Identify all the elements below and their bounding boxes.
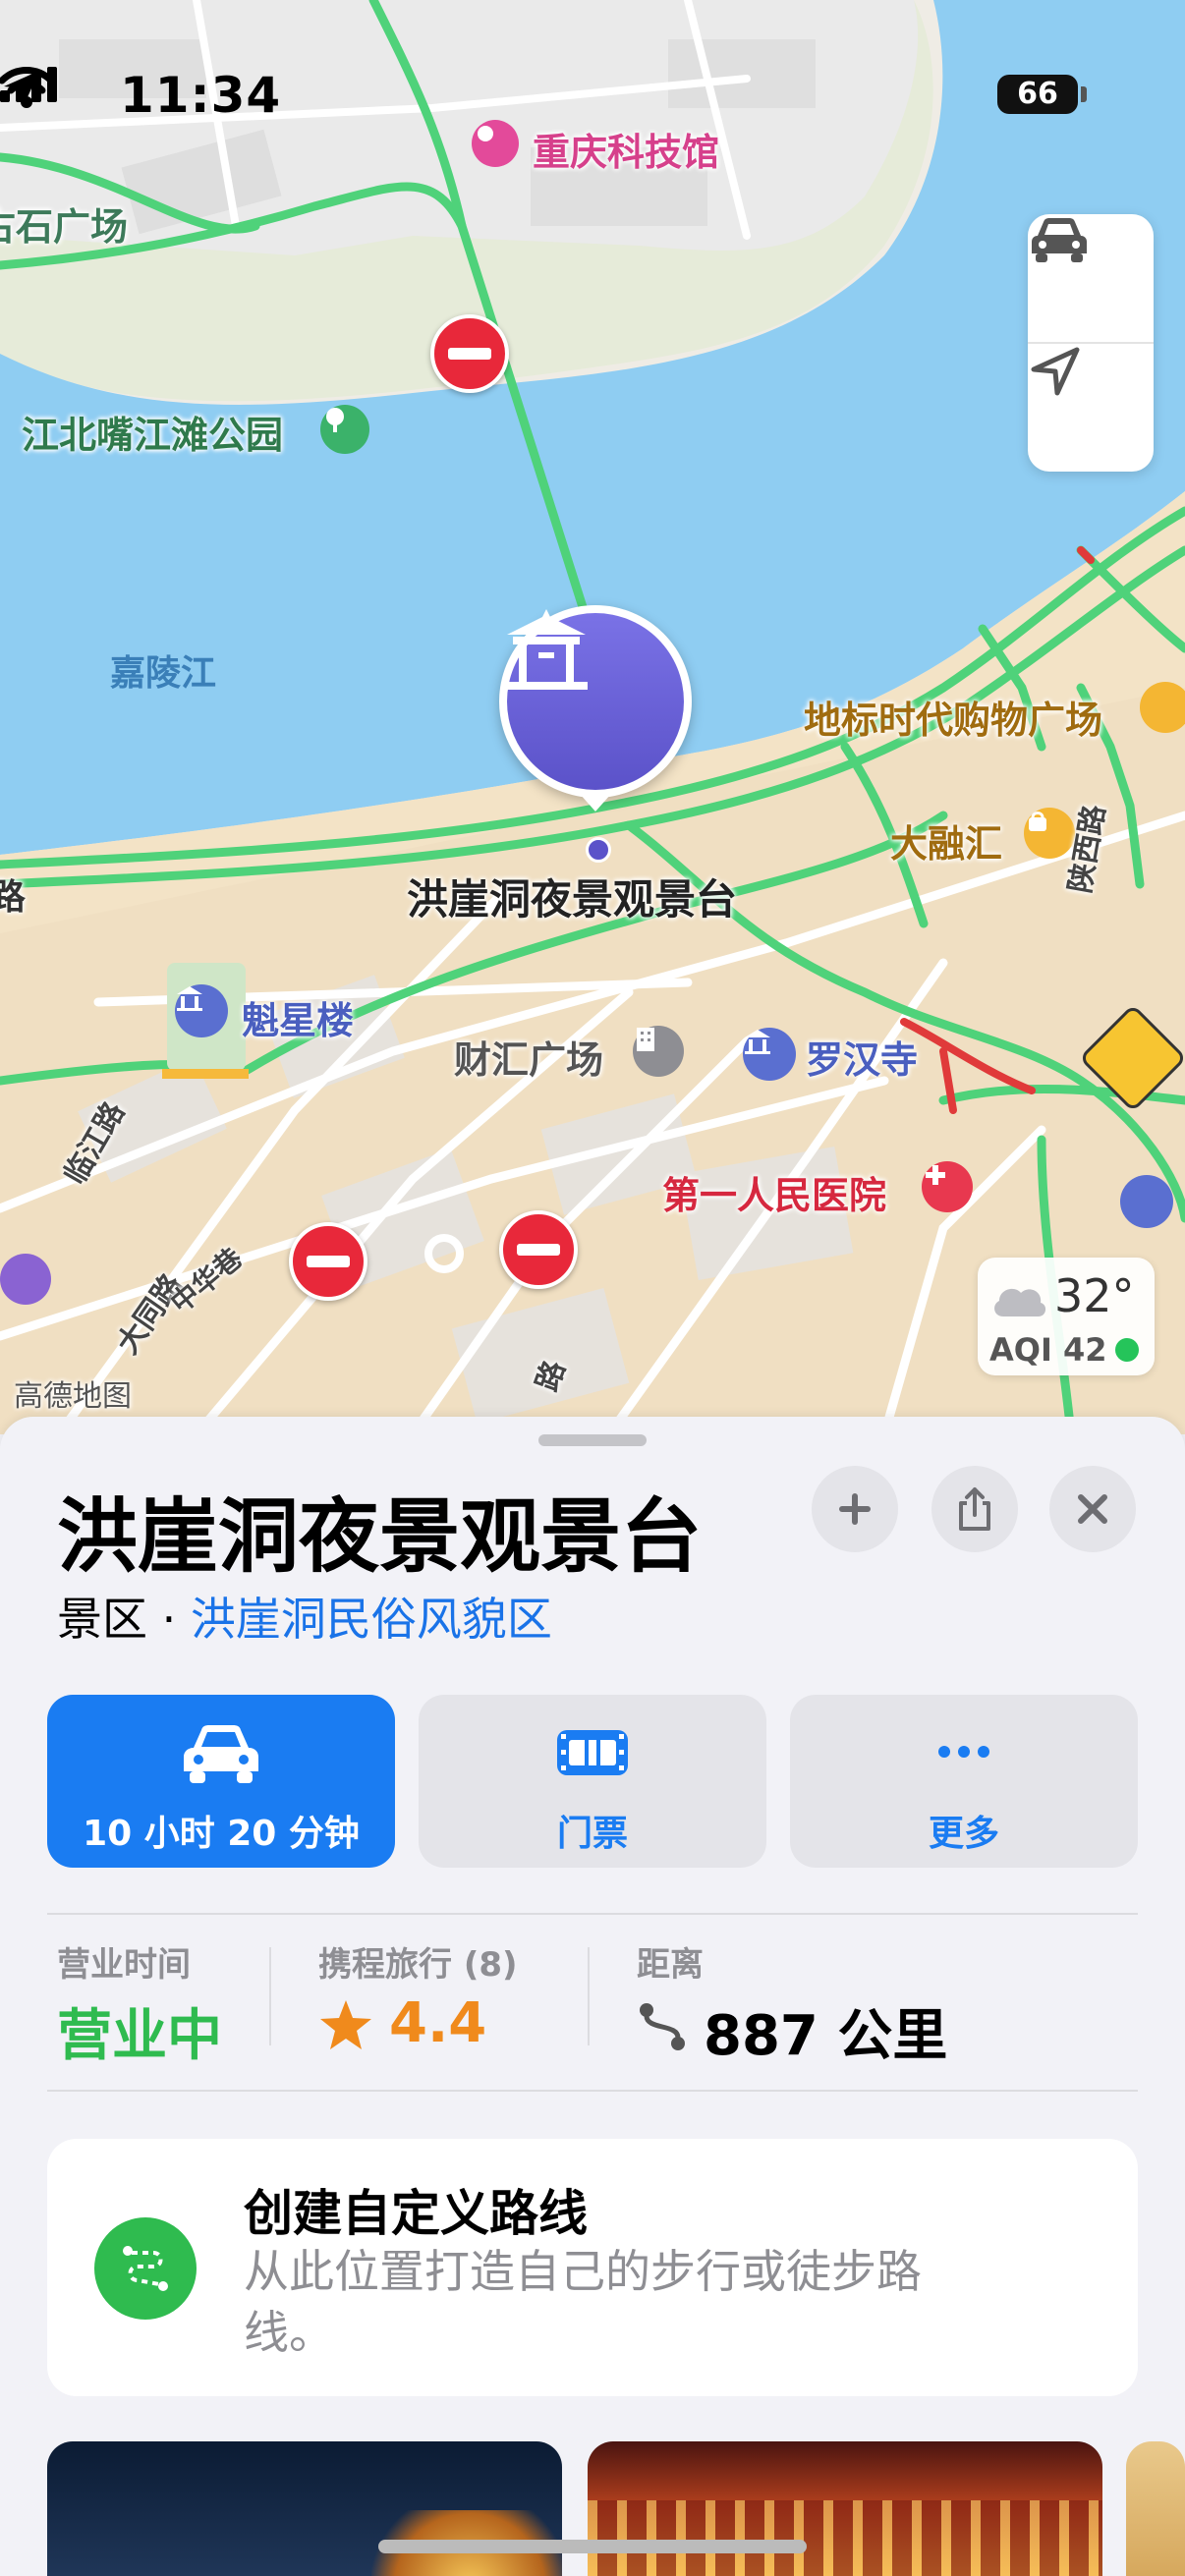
no-entry-icon[interactable]	[289, 1222, 367, 1301]
locate-me-button[interactable]	[1028, 344, 1154, 472]
car-icon	[47, 1720, 395, 1785]
map-label-stone-square[interactable]: 古石广场	[0, 196, 128, 251]
place-title: 洪崖洞夜景观景台	[57, 1490, 703, 1584]
shopping-bag-icon[interactable]	[1140, 682, 1185, 733]
gaode-map-attribution[interactable]: 高德地图	[14, 1372, 132, 1415]
subtitle-separator: ·	[147, 1593, 191, 1646]
custom-route-description: 从此位置打造自己的步行或徒步路线。	[244, 2245, 922, 2359]
pavilion-icon	[505, 609, 684, 790]
map-label-darongui[interactable]: 大融汇	[890, 813, 1002, 868]
weather-widget[interactable]: 32° AQI 42	[978, 1258, 1155, 1375]
route-distance-icon	[640, 2003, 685, 2050]
rating-label: 携程旅行 (8)	[318, 1945, 518, 1985]
distance-value: 887 公里	[704, 2004, 948, 2068]
aqi-status-dot	[1115, 1338, 1139, 1362]
building-poi-icon[interactable]	[633, 1026, 684, 1077]
tickets-button[interactable]: 门票	[419, 1695, 766, 1868]
status-time: 11:34	[120, 67, 282, 124]
star-icon	[320, 2000, 371, 2049]
directions-eta: 10 小时 20 分钟	[83, 1814, 360, 1854]
bed-poi-icon[interactable]	[0, 1254, 51, 1305]
pin-tail	[580, 794, 611, 813]
status-bar: 11:34 66	[0, 67, 1185, 126]
place-category: 景区	[57, 1593, 147, 1646]
map-view[interactable]: 11:34 66 重庆科技馆 古石广场 江北	[0, 0, 1185, 1434]
hours-label: 营业时间	[57, 1945, 191, 1985]
place-photo[interactable]	[588, 2441, 1102, 2576]
museum-poi-icon[interactable]	[472, 120, 519, 167]
more-button[interactable]: 更多	[790, 1695, 1138, 1868]
place-detail-sheet: 洪崖洞夜景观景台 景区 · 洪崖洞民俗风貌区 10 小时 20 分钟 门票 更多…	[0, 1417, 1185, 2576]
place-photo[interactable]	[47, 2441, 562, 2576]
ticket-icon	[419, 1720, 766, 1785]
custom-route-title: 创建自定义路线	[244, 2185, 588, 2242]
tickets-label: 门票	[556, 1814, 628, 1854]
temple-poi-icon[interactable]	[1120, 1175, 1173, 1228]
car-icon	[1032, 218, 1087, 262]
distance-label: 距离	[637, 1945, 704, 1985]
hours-value[interactable]: 营业中	[57, 1991, 222, 2071]
info-separator	[588, 1947, 590, 2045]
map-label-jialing-river: 嘉陵江	[110, 653, 217, 694]
home-indicator[interactable]	[378, 2540, 807, 2553]
cloud-icon	[994, 1288, 1046, 1316]
share-button[interactable]	[931, 1466, 1018, 1552]
place-subtitle: 景区 · 洪崖洞民俗风貌区	[57, 1584, 552, 1649]
hospital-cross-icon[interactable]	[922, 1161, 973, 1212]
temple-poi-icon[interactable]	[743, 1028, 796, 1081]
photo-building-lights	[588, 2500, 1102, 2576]
custom-route-icon	[94, 2217, 197, 2320]
divider	[47, 2090, 1138, 2092]
more-icon	[790, 1720, 1138, 1785]
battery-tip	[1081, 86, 1087, 102]
map-controls	[1028, 214, 1154, 472]
more-label: 更多	[928, 1814, 999, 1854]
map-label-luohan-temple[interactable]: 罗汉寺	[806, 1030, 918, 1084]
share-icon	[959, 1487, 990, 1531]
map-label-road-left: 路	[0, 877, 27, 918]
add-button[interactable]	[812, 1466, 898, 1552]
temple-poi-icon[interactable]	[175, 984, 228, 1037]
map-label-landmark-mall[interactable]: 地标时代购物广场	[804, 690, 1102, 744]
no-entry-icon[interactable]	[430, 314, 509, 393]
air-quality-index: AQI 42	[989, 1331, 1107, 1369]
close-button[interactable]	[1049, 1466, 1136, 1552]
no-entry-icon[interactable]	[499, 1210, 578, 1289]
map-label-caihui-plaza[interactable]: 财汇广场	[454, 1030, 603, 1084]
weather-temperature: 32°	[1054, 1269, 1135, 1322]
pin-location-dot	[586, 837, 611, 863]
place-area-link[interactable]: 洪崖洞民俗风貌区	[191, 1593, 552, 1646]
place-photo[interactable]	[1126, 2441, 1185, 2576]
sheet-grabber[interactable]	[538, 1434, 647, 1446]
map-label-science-museum[interactable]: 重庆科技馆	[533, 122, 719, 176]
selected-place-pin[interactable]	[499, 605, 692, 798]
rating-value[interactable]: 4.4	[389, 1991, 486, 2055]
plus-icon	[839, 1493, 871, 1525]
custom-route-card[interactable]: 创建自定义路线 从此位置打造自己的步行或徒步路线。	[47, 2139, 1138, 2396]
location-arrow-outline-icon	[1031, 347, 1080, 396]
map-label-kuixinglou[interactable]: 魁星楼	[242, 990, 354, 1044]
divider	[47, 1913, 1138, 1915]
park-tree-icon[interactable]	[320, 405, 369, 454]
map-label-selected-place[interactable]: 洪崖洞夜景观景台	[407, 867, 737, 926]
transport-mode-button[interactable]	[1028, 214, 1154, 342]
map-label-first-hospital[interactable]: 第一人民医院	[662, 1165, 886, 1219]
battery-indicator: 66	[997, 75, 1078, 114]
wifi-icon	[0, 67, 53, 108]
info-separator	[269, 1947, 271, 2045]
close-icon	[1078, 1494, 1107, 1524]
directions-button[interactable]: 10 小时 20 分钟	[47, 1695, 395, 1868]
map-label-jiangbeizui-park[interactable]: 江北嘴江滩公园	[22, 405, 283, 459]
